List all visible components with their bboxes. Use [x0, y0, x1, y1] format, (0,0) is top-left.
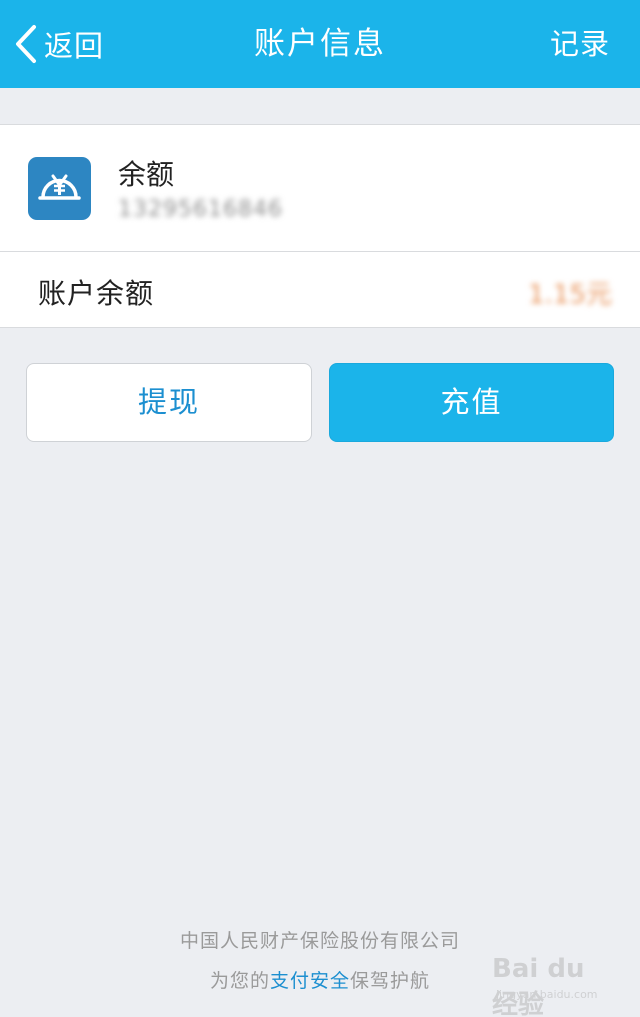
- withdraw-button[interactable]: 提现: [26, 363, 312, 442]
- record-button[interactable]: 记录: [550, 22, 610, 66]
- recharge-button[interactable]: 充值: [329, 363, 614, 442]
- watermark-text: Bai du 经验: [492, 954, 585, 1017]
- page-title: 账户信息: [254, 26, 386, 62]
- nav-bar: 返回 账户信息 记录: [0, 0, 640, 88]
- footer-slogan-prefix: 为您的: [209, 970, 270, 992]
- account-number: 13295616846: [118, 197, 283, 222]
- footer-slogan-suffix: 保驾护航: [350, 970, 431, 992]
- baidu-watermark: Bai du 经验 jingyan.baidu.com: [492, 948, 610, 1017]
- balance-row: 账户余额 1.15元: [0, 252, 640, 328]
- watermark-sub: jingyan.baidu.com: [496, 988, 598, 1001]
- account-info-page: 返回 账户信息 记录 余额 13295616846 账户余额 1.15元 提现 …: [0, 0, 640, 1017]
- account-label: 余额: [118, 158, 175, 191]
- account-card: 余额 13295616846 账户余额 1.15元: [0, 124, 640, 328]
- account-row[interactable]: 余额 13295616846: [0, 125, 640, 251]
- yen-coin-icon: [28, 157, 91, 220]
- balance-value: 1.15元: [528, 280, 612, 310]
- footer-slogan-highlight: 支付安全: [269, 970, 350, 992]
- balance-label: 账户余额: [38, 277, 155, 310]
